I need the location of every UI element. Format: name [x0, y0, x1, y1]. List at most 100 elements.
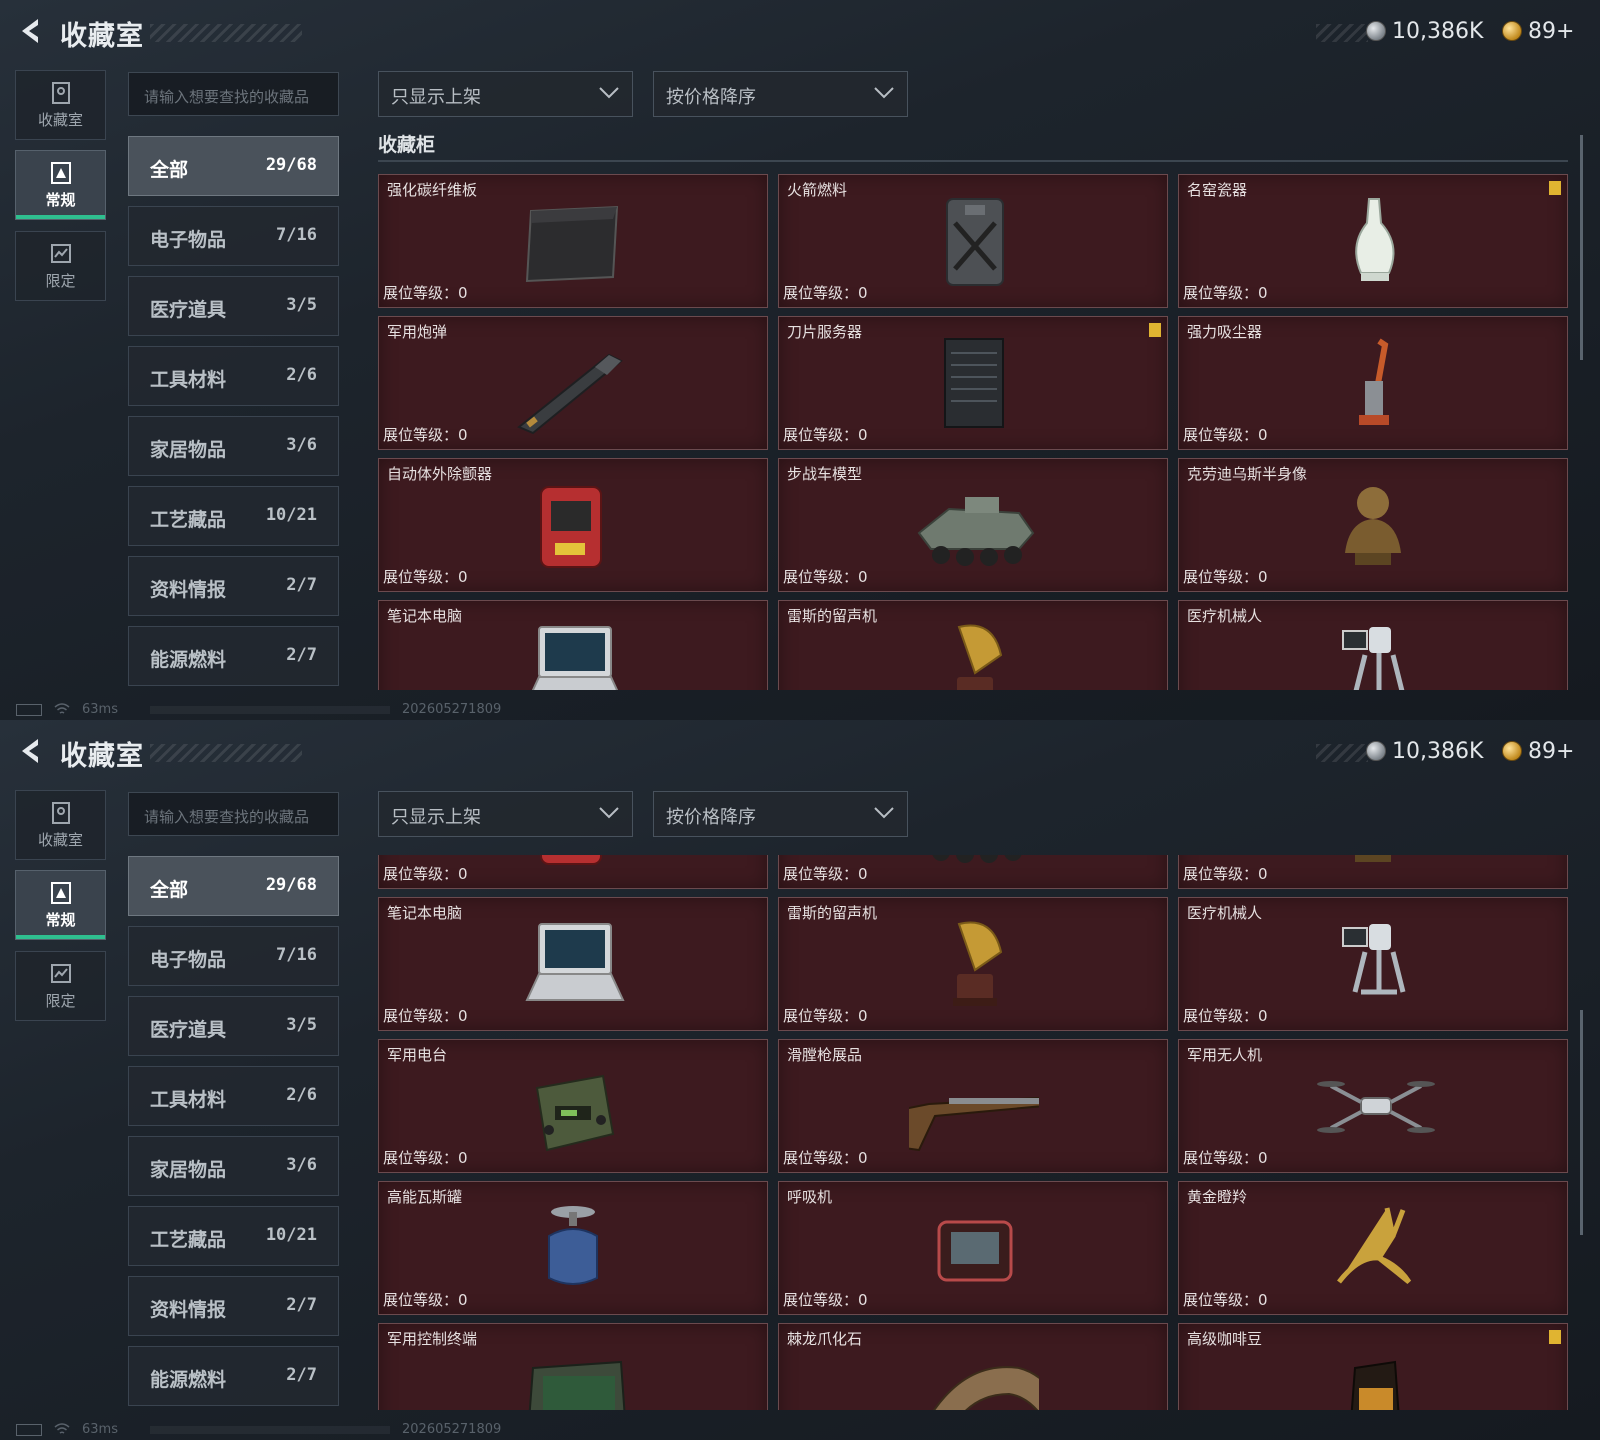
collection-item-card[interactable]: 强力吸尘器 展位等级：0 [1178, 316, 1568, 450]
collection-item-card[interactable]: 笔记本电脑展位等级：0 [378, 897, 768, 1031]
category-tools[interactable]: 工具材料 2/6 [128, 346, 339, 406]
item-name: 雷斯的留声机 [787, 607, 878, 625]
collection-item-card[interactable]: 展位等级：0 [1178, 855, 1568, 889]
item-name: 军用无人机 [1187, 1046, 1263, 1064]
side-tab-collection[interactable]: 收藏室 [15, 790, 106, 860]
booth-level: 展位等级：0 [1183, 1149, 1268, 1167]
category-intel[interactable]: 资料情报 2/7 [128, 1276, 339, 1336]
item-name: 滑膛枪展品 [787, 1046, 863, 1064]
collection-item-card[interactable]: 高能瓦斯罐 展位等级：0 [378, 1181, 768, 1315]
collection-item-card[interactable]: 刀片服务器 展位等级：0 [778, 316, 1168, 450]
collection-item-card[interactable]: 雷斯的留声机展位等级：0 [778, 600, 1168, 690]
ventilator-icon [937, 1220, 1013, 1282]
scrollbar[interactable] [1580, 1010, 1583, 1235]
search-input[interactable]: 请输入想要查找的收藏品 [128, 72, 339, 116]
item-name: 高级咖啡豆 [1187, 1330, 1263, 1348]
category-crafts[interactable]: 工艺藏品 10/21 [128, 486, 339, 546]
battery-icon [16, 1424, 42, 1436]
booth-level: 展位等级：0 [383, 568, 468, 586]
collection-item-card[interactable]: 步战车模型 展位等级：0 [778, 458, 1168, 592]
collection-item-card[interactable]: 军用电台 展位等级：0 [378, 1039, 768, 1173]
collection-item-card[interactable]: 名窑瓷器 展位等级：0 [1178, 174, 1568, 308]
booth-level: 展位等级：0 [783, 1291, 868, 1309]
category-household[interactable]: 家居物品 3/6 [128, 416, 339, 476]
search-input[interactable]: 请输入想要查找的收藏品 [128, 792, 339, 836]
collection-item-card[interactable]: 自动体外除颤器 展位等级：0 [378, 458, 768, 592]
currency-silver: 10,386K [1366, 736, 1483, 766]
booth-level: 展位等级：0 [1183, 426, 1268, 444]
collection-item-card[interactable]: 火箭燃料 展位等级：0 [778, 174, 1168, 308]
category-all[interactable]: 全部 29/68 [128, 136, 339, 196]
back-arrow-icon[interactable] [16, 736, 46, 766]
show-filter-dropdown[interactable]: 只显示上架 [378, 71, 633, 117]
limited-icon [50, 964, 71, 983]
collection-item-card[interactable]: 棘龙爪化石展位等级：0 [778, 1323, 1168, 1410]
sort-dropdown[interactable]: 按价格降序 [653, 71, 908, 117]
latency-text: 63ms [82, 1422, 118, 1437]
collection-item-card[interactable]: 黄金瞪羚 展位等级：0 [1178, 1181, 1568, 1315]
carbon-fiber-plate-icon [525, 205, 619, 283]
chevron-down-icon [874, 87, 894, 99]
military-radio-icon [535, 1074, 615, 1152]
category-medical[interactable]: 医疗道具 3/5 [128, 996, 339, 1056]
active-tab-indicator [16, 215, 105, 219]
side-tab-collection[interactable]: 收藏室 [15, 70, 106, 140]
collection-grid: 展位等级：0 展位等级：0 展位等级：0 笔记本电脑 展位等级：0 雷斯的留声机 展位等级：… [378, 855, 1570, 1410]
regular-icon [50, 162, 71, 184]
collection-item-card[interactable]: 强化碳纤维板展位等级：0 [378, 174, 768, 308]
collection-item-card[interactable]: 军用无人机展位等级：0 [1178, 1039, 1568, 1173]
collection-item-card[interactable]: 高级咖啡豆展位等级：0 [1178, 1323, 1568, 1410]
scrollbar[interactable] [1580, 135, 1583, 360]
booth-level: 展位等级：0 [383, 1007, 468, 1025]
item-name: 棘龙爪化石 [787, 1330, 863, 1348]
collection-item-card[interactable]: 展位等级：0 [778, 855, 1168, 889]
collection-item-card[interactable]: 医疗机械人展位等级：0 [1178, 897, 1568, 1031]
collection-item-card[interactable]: 呼吸机 展位等级：0 [778, 1181, 1168, 1315]
gramophone-icon [957, 624, 1003, 690]
side-tab-limited[interactable]: 限定 [15, 231, 106, 301]
currency-gold[interactable]: 89+ [1502, 736, 1574, 766]
golden-gazelle-icon [1337, 1207, 1412, 1284]
category-energy[interactable]: 能源燃料 2/7 [128, 1346, 339, 1406]
collection-item-card[interactable]: 雷斯的留声机展位等级：0 [778, 897, 1168, 1031]
side-tab-limited[interactable]: 限定 [15, 951, 106, 1021]
category-energy[interactable]: 能源燃料 2/7 [128, 626, 339, 686]
currency-gold[interactable]: 89+ [1502, 16, 1574, 46]
category-crafts[interactable]: 工艺藏品 10/21 [128, 1206, 339, 1266]
side-tab-regular[interactable]: 常规 [15, 870, 106, 940]
category-medical[interactable]: 医疗道具 3/5 [128, 276, 339, 336]
status-bar: 63ms 202605271809 [0, 1420, 1600, 1440]
active-tab-indicator [16, 935, 105, 939]
status-bar: 63ms 202605271809 [0, 700, 1600, 720]
ifv-model-icon [917, 497, 1035, 566]
gold-coin-icon [1502, 21, 1522, 41]
silver-coin-icon [1366, 21, 1386, 41]
sort-dropdown[interactable]: 按价格降序 [653, 791, 908, 837]
item-name: 强化碳纤维板 [387, 181, 478, 199]
booth-level: 展位等级：0 [383, 426, 468, 444]
item-name: 火箭燃料 [787, 181, 848, 199]
collection-item-card[interactable]: 克劳迪乌斯半身像 展位等级：0 [1178, 458, 1568, 592]
collection-item-card[interactable]: 军用控制终端展位等级：0 [378, 1323, 768, 1410]
status-blur [150, 706, 390, 714]
collection-item-card[interactable]: 军用炮弹展位等级：0 [378, 316, 768, 450]
vacuum-cleaner-icon [1359, 338, 1389, 425]
side-tab-regular[interactable]: 常规 [15, 150, 106, 220]
collection-item-card[interactable]: 滑膛枪展品 展位等级：0 [778, 1039, 1168, 1173]
category-tools[interactable]: 工具材料 2/6 [128, 1066, 339, 1126]
category-household[interactable]: 家居物品 3/6 [128, 1136, 339, 1196]
regular-icon [50, 882, 71, 904]
collection-item-card[interactable]: 展位等级：0 [378, 855, 768, 889]
booth-level: 展位等级：0 [383, 284, 468, 302]
item-name: 克劳迪乌斯半身像 [1187, 465, 1308, 483]
back-arrow-icon[interactable] [16, 16, 46, 46]
category-electronics[interactable]: 电子物品 7/16 [128, 926, 339, 986]
collection-item-card[interactable]: 笔记本电脑展位等级：0 [378, 600, 768, 690]
category-electronics[interactable]: 电子物品 7/16 [128, 206, 339, 266]
new-flag-icon [1549, 181, 1561, 195]
item-name: 军用炮弹 [387, 323, 448, 341]
collection-item-card[interactable]: 医疗机械人展位等级：0 [1178, 600, 1568, 690]
show-filter-dropdown[interactable]: 只显示上架 [378, 791, 633, 837]
category-intel[interactable]: 资料情报 2/7 [128, 556, 339, 616]
category-all[interactable]: 全部 29/68 [128, 856, 339, 916]
